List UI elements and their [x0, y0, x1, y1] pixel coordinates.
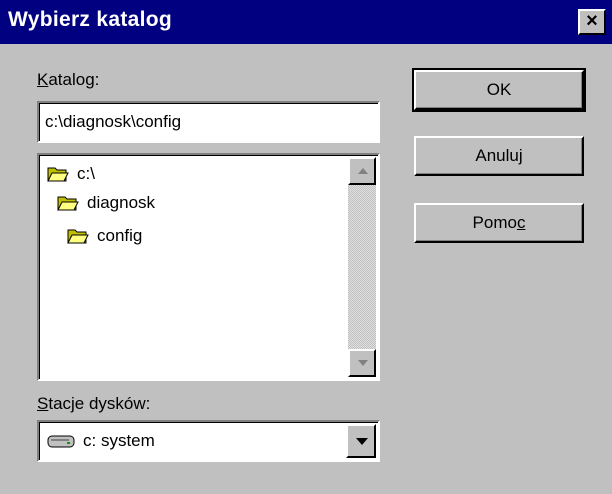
drive-dropdown-button[interactable]	[346, 424, 376, 458]
directory-path-field[interactable]	[37, 101, 380, 143]
drive-select[interactable]: c: system	[37, 420, 380, 462]
open-folder-icon	[47, 167, 69, 182]
drive-select-value: c: system	[83, 431, 155, 450]
directory-label-text: atalog:	[48, 70, 100, 89]
folder-tree-list[interactable]: c:\ diagnosk config	[37, 153, 380, 381]
directory-label-mnemonic: K	[37, 70, 49, 89]
folder-item-label: config	[97, 226, 143, 245]
close-icon: ×	[586, 10, 598, 32]
arrow-down-icon	[358, 360, 368, 366]
arrow-up-icon	[358, 168, 368, 174]
help-label-mnemonic: c	[516, 213, 526, 232]
directory-path-input[interactable]	[45, 109, 365, 135]
open-folder-icon	[67, 229, 89, 244]
drives-label-text: tacje dysków:	[48, 394, 151, 413]
help-label-prefix: Pomo	[472, 213, 517, 232]
chevron-down-icon	[356, 438, 368, 445]
directory-label: Katalog:	[37, 70, 99, 90]
select-directory-dialog: Wybierz katalog × Katalog: c:\ diagnosk\…	[0, 0, 612, 494]
hard-drive-icon	[47, 435, 75, 448]
cancel-button-label: Anuluj	[475, 146, 523, 165]
folder-item-label: diagnosk	[87, 193, 156, 212]
help-button-label: Pomoc	[473, 213, 526, 233]
folder-item-label: c:\	[77, 164, 95, 183]
title-bar[interactable]: Wybierz katalog ×	[0, 0, 612, 44]
open-folder-icon	[57, 196, 79, 211]
ok-button[interactable]: OK	[412, 68, 586, 112]
help-button[interactable]: Pomoc	[414, 203, 584, 243]
drives-label: Stacje dysków:	[37, 394, 150, 414]
ok-button-label: OK	[486, 80, 512, 99]
close-button[interactable]: ×	[578, 9, 606, 35]
drives-label-mnemonic: S	[37, 394, 49, 413]
scroll-up-button[interactable]	[348, 157, 376, 185]
dialog-title: Wybierz katalog	[8, 8, 172, 31]
folder-list-scrollbar[interactable]	[348, 157, 376, 377]
cancel-button[interactable]: Anuluj	[414, 136, 584, 176]
scroll-down-button[interactable]	[348, 349, 376, 377]
